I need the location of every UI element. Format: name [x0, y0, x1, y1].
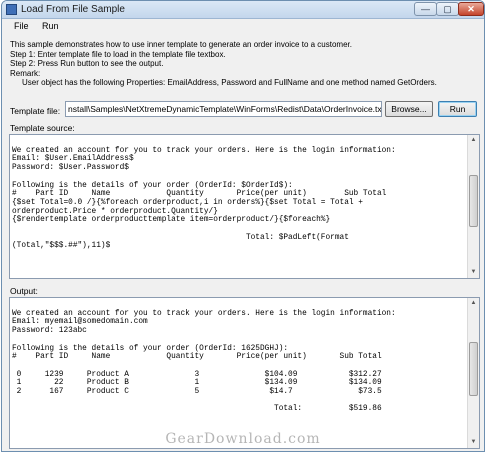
scroll-thumb[interactable]: [469, 342, 478, 396]
run-button[interactable]: Run: [438, 101, 477, 117]
template-source-text[interactable]: We created an account for you to track y…: [10, 135, 467, 278]
output-scrollbar[interactable]: ▲ ▼: [467, 298, 479, 448]
template-file-input[interactable]: nstall\Samples\NetXtremeDynamicTemplate\…: [65, 101, 382, 117]
app-icon: [6, 4, 17, 15]
template-source-textbox[interactable]: We created an account for you to track y…: [9, 134, 480, 279]
scroll-up-icon[interactable]: ▲: [468, 298, 479, 309]
output-textbox[interactable]: We created an account for you to track y…: [9, 297, 480, 449]
description-line: Step 2: Press Run button to see the outp…: [10, 59, 164, 69]
close-button[interactable]: ✕: [458, 2, 484, 16]
menu-bar: File Run: [2, 19, 484, 35]
menu-file[interactable]: File: [14, 21, 29, 31]
template-source-label: Template source:: [10, 123, 75, 133]
scroll-thumb[interactable]: [469, 175, 478, 227]
template-file-label: Template file:: [10, 106, 61, 116]
description-line: User object has the following Properties…: [22, 78, 437, 88]
maximize-button[interactable]: ▢: [436, 2, 459, 16]
watermark: GearDownload.com: [165, 431, 321, 447]
minimize-button[interactable]: —: [414, 2, 437, 16]
description-line: Step 1: Enter template file to load in t…: [10, 49, 226, 59]
description-text: This sample demonstrates how to use inne…: [10, 40, 480, 88]
output-text[interactable]: We created an account for you to track y…: [10, 298, 467, 448]
title-bar[interactable]: Load From File Sample — ▢ ✕: [2, 1, 484, 19]
browse-button[interactable]: Browse...: [385, 101, 433, 117]
template-source-scrollbar[interactable]: ▲ ▼: [467, 135, 479, 278]
window-title: Load From File Sample: [21, 4, 125, 15]
scroll-down-icon[interactable]: ▼: [468, 267, 479, 278]
scroll-up-icon[interactable]: ▲: [468, 135, 479, 146]
menu-run[interactable]: Run: [42, 21, 59, 31]
description-line: This sample demonstrates how to use inne…: [10, 40, 352, 49]
description-line: Remark:: [10, 68, 41, 78]
app-window: Load From File Sample — ▢ ✕ File Run Thi…: [1, 0, 485, 452]
output-label: Output:: [10, 286, 38, 296]
